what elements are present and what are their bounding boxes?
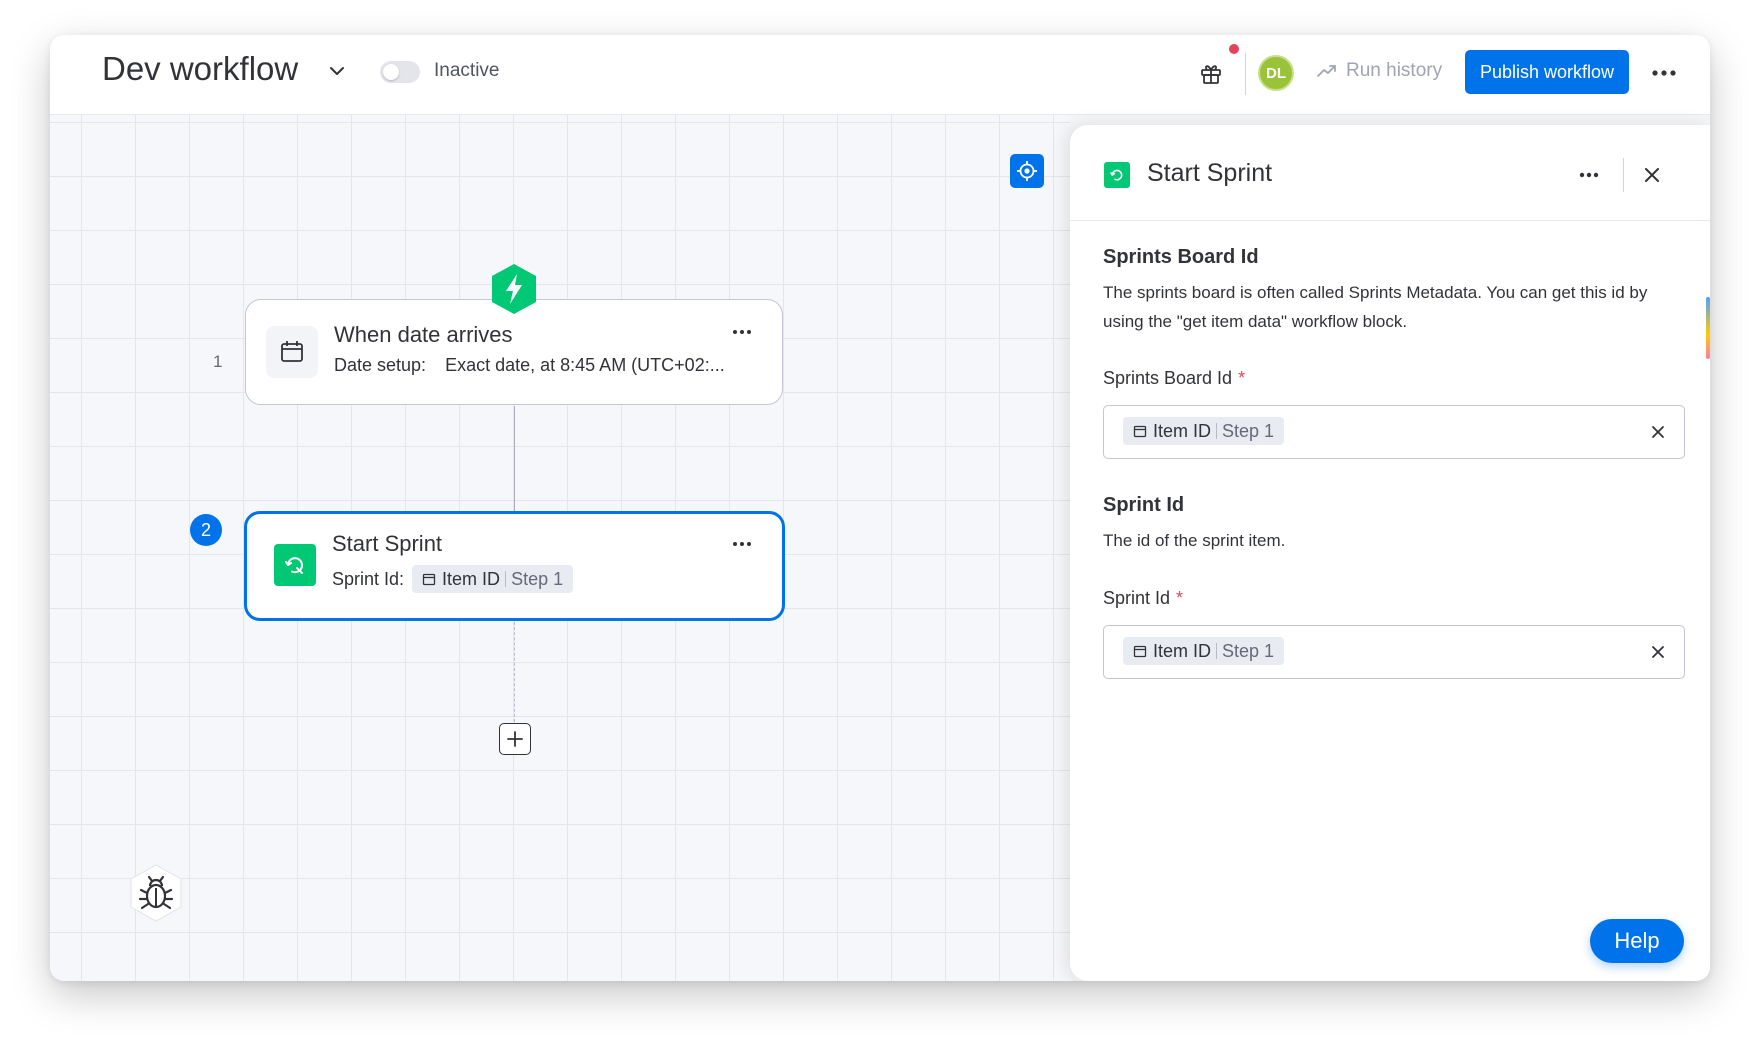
required-mark: * bbox=[1176, 588, 1184, 608]
field-label-text: Sprint Id bbox=[1103, 588, 1171, 608]
recenter-button[interactable] bbox=[1010, 154, 1044, 188]
top-bar: Dev workflow Inactive DL Run history Pub… bbox=[50, 35, 1710, 115]
active-toggle[interactable] bbox=[380, 61, 420, 83]
add-step-button[interactable] bbox=[499, 723, 531, 755]
node-subtitle: Sprint Id: Item ID Step 1 bbox=[332, 565, 574, 593]
more-icon[interactable] bbox=[1576, 167, 1602, 183]
section-description: The sprints board is often called Sprint… bbox=[1103, 283, 1648, 331]
more-icon[interactable] bbox=[1648, 61, 1680, 85]
chevron-down-icon[interactable] bbox=[326, 60, 348, 82]
publish-workflow-button[interactable]: Publish workflow bbox=[1465, 50, 1629, 94]
chip-step: Step 1 bbox=[1222, 640, 1275, 661]
sprint-icon bbox=[1104, 162, 1130, 188]
field-label-text: Sprints Board Id bbox=[1103, 368, 1233, 388]
step-number-2: 2 bbox=[190, 514, 222, 546]
run-history-button[interactable]: Run history bbox=[1316, 60, 1442, 82]
action-node[interactable]: Start Sprint Sprint Id: Item ID Step 1 bbox=[244, 511, 785, 621]
node-subtitle-label: Date setup: bbox=[334, 355, 427, 375]
gift-icon[interactable] bbox=[1198, 60, 1224, 86]
run-history-label: Run history bbox=[1346, 60, 1443, 81]
node-subtitle: Date setup: Exact date, at 8:45 AM (UTC+… bbox=[334, 355, 725, 376]
close-icon[interactable] bbox=[1640, 163, 1664, 187]
chip-name: Item ID bbox=[1153, 420, 1212, 441]
more-icon[interactable] bbox=[729, 536, 755, 552]
field-label: Sprint Id * bbox=[1103, 588, 1183, 609]
workflow-title[interactable]: Dev workflow bbox=[102, 50, 298, 88]
panel-title: Start Sprint bbox=[1147, 159, 1273, 187]
calendar-icon bbox=[1133, 645, 1147, 658]
chip-separator bbox=[1216, 423, 1218, 439]
chip-step: Step 1 bbox=[511, 568, 564, 589]
help-button[interactable]: Help bbox=[1590, 919, 1684, 963]
notification-dot bbox=[1229, 44, 1239, 54]
more-icon[interactable] bbox=[729, 324, 755, 340]
close-icon[interactable] bbox=[1648, 422, 1668, 442]
status-label: Inactive bbox=[434, 60, 500, 81]
field-label: Sprints Board Id * bbox=[1103, 368, 1245, 389]
sprint-id-field[interactable]: Item ID Step 1 bbox=[1103, 625, 1685, 679]
connector-line bbox=[514, 406, 515, 512]
lightning-icon bbox=[492, 264, 536, 314]
node-title: Start Sprint bbox=[332, 531, 443, 556]
chip-name: Item ID bbox=[442, 568, 501, 589]
sprints-board-id-field[interactable]: Item ID Step 1 bbox=[1103, 405, 1685, 459]
header-divider bbox=[1245, 53, 1246, 95]
bug-icon[interactable] bbox=[128, 863, 184, 923]
section-description: The id of the sprint item. bbox=[1103, 531, 1286, 550]
step-number-1: 1 bbox=[213, 352, 223, 371]
chip-separator bbox=[505, 571, 507, 587]
node-subtitle-value: Exact date, at 8:45 AM (UTC+02:... bbox=[445, 355, 725, 375]
chip-separator bbox=[1216, 643, 1218, 659]
item-id-chip[interactable]: Item ID Step 1 bbox=[412, 565, 574, 593]
section-title: Sprint Id bbox=[1103, 494, 1185, 516]
toggle-knob bbox=[383, 64, 399, 80]
required-mark: * bbox=[1238, 368, 1246, 388]
workflow-window: Dev workflow Inactive DL Run history Pub… bbox=[50, 35, 1710, 981]
chip-step: Step 1 bbox=[1222, 420, 1275, 441]
panel-edge-accent bbox=[1706, 297, 1710, 359]
plus-icon bbox=[507, 731, 523, 747]
item-id-chip[interactable]: Item ID Step 1 bbox=[1123, 417, 1285, 445]
recenter-icon bbox=[1017, 161, 1037, 181]
panel-header: Start Sprint bbox=[1070, 125, 1710, 221]
avatar[interactable]: DL bbox=[1258, 55, 1294, 91]
run-history-icon bbox=[1317, 65, 1336, 77]
connector-dashed-line bbox=[514, 622, 515, 722]
sprint-icon bbox=[274, 544, 316, 586]
item-id-chip[interactable]: Item ID Step 1 bbox=[1123, 637, 1285, 665]
node-title: When date arrives bbox=[334, 322, 513, 347]
panel-header-divider bbox=[1623, 158, 1624, 192]
calendar-icon bbox=[422, 573, 436, 586]
step-settings-panel: Start Sprint Sprints Board Id The sprint… bbox=[1070, 125, 1710, 981]
chip-name: Item ID bbox=[1153, 640, 1212, 661]
calendar-icon bbox=[266, 326, 318, 378]
section-title: Sprints Board Id bbox=[1103, 246, 1259, 268]
workflow-canvas[interactable]: 1 When date arrives Date setup: Exact da… bbox=[50, 115, 1070, 981]
node-subtitle-label: Sprint Id: bbox=[332, 568, 405, 589]
close-icon[interactable] bbox=[1648, 642, 1668, 662]
calendar-icon bbox=[1133, 425, 1147, 438]
